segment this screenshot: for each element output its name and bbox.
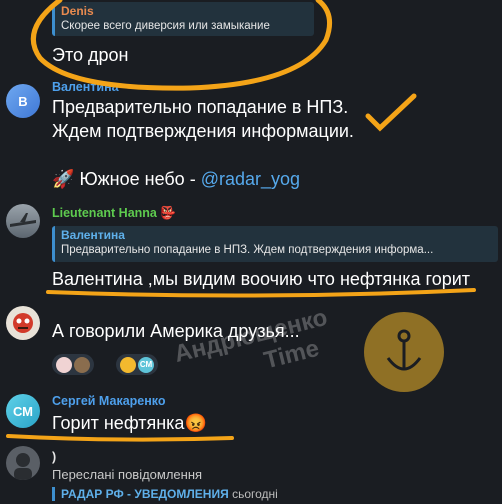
handshake-reaction-icon[interactable]: [120, 356, 136, 373]
sender-name[interactable]: Валентина: [52, 80, 119, 94]
message-text: Валентина ,мы видим воочию что нефтянка …: [52, 269, 471, 289]
angry-face-icon: 😡: [184, 413, 207, 433]
sender-name[interactable]: Lieutenant Hanna 👺: [52, 206, 176, 221]
forward-source-time: сьогодні: [232, 487, 278, 501]
sender-name[interactable]: ): [52, 450, 56, 464]
avatar[interactable]: В: [6, 84, 40, 118]
reaction-badge[interactable]: СМ: [138, 356, 154, 373]
reply-quote-name: Denis: [61, 4, 94, 18]
avatar[interactable]: СМ: [6, 394, 40, 428]
message-line: Ждем подтверждения информации.: [52, 121, 354, 141]
rocket-icon: 🚀: [52, 169, 75, 189]
reply-quote-name: Валентина: [61, 228, 125, 242]
reply-quote-text: Скорее всего диверсия или замыкание: [61, 20, 270, 32]
masked-person-icon: [14, 453, 32, 480]
message-text: А говорили Америка друзья...: [52, 321, 300, 341]
cartoon-avatar-icon: [13, 313, 33, 333]
avatar[interactable]: [6, 306, 40, 340]
anchor-icon: [386, 329, 422, 371]
sender-name[interactable]: Сергей Макаренко: [52, 394, 166, 408]
message-text: Это дрон: [52, 45, 129, 65]
reply-quote-denis[interactable]: Denis Скорее всего диверсия или замыкани…: [52, 2, 314, 36]
reply-quote-text: Предварительно попадание в НПЗ. Ждем под…: [61, 244, 434, 256]
clown-reaction-icon[interactable]: [56, 356, 72, 373]
channel-link[interactable]: @radar_yog: [201, 169, 300, 189]
watermark-logo: [364, 312, 444, 392]
avatar[interactable]: [6, 446, 40, 480]
sender-name-text: Lieutenant Hanna: [52, 206, 157, 220]
message-text: Горит нефтянка😡: [52, 412, 207, 435]
message-text-content: Горит нефтянка: [52, 413, 185, 433]
watermark: Андрющенко Time: [172, 304, 338, 396]
reaction-bar[interactable]: СМ: [116, 354, 158, 375]
user-reaction-avatar[interactable]: [74, 356, 90, 373]
reply-quote-valentina[interactable]: Валентина Предварительно попадание в НПЗ…: [52, 226, 498, 262]
avatar[interactable]: [6, 204, 40, 238]
aircraft-icon: [10, 213, 36, 227]
channel-line: 🚀 Южное небо - @radar_yog: [52, 168, 300, 191]
forward-label: Переслані повідомлення: [52, 467, 203, 482]
forward-source[interactable]: РАДАР РФ - УВЕДОМЛЕНИЯ сьогодні: [52, 487, 278, 501]
channel-text: Южное небо -: [79, 169, 201, 189]
reaction-bar[interactable]: [52, 354, 94, 375]
forward-source-name: РАДАР РФ - УВЕДОМЛЕНИЯ: [61, 487, 229, 501]
demon-icon: 👺: [160, 206, 176, 220]
message-line: Предварительно попадание в НПЗ.: [52, 97, 349, 117]
